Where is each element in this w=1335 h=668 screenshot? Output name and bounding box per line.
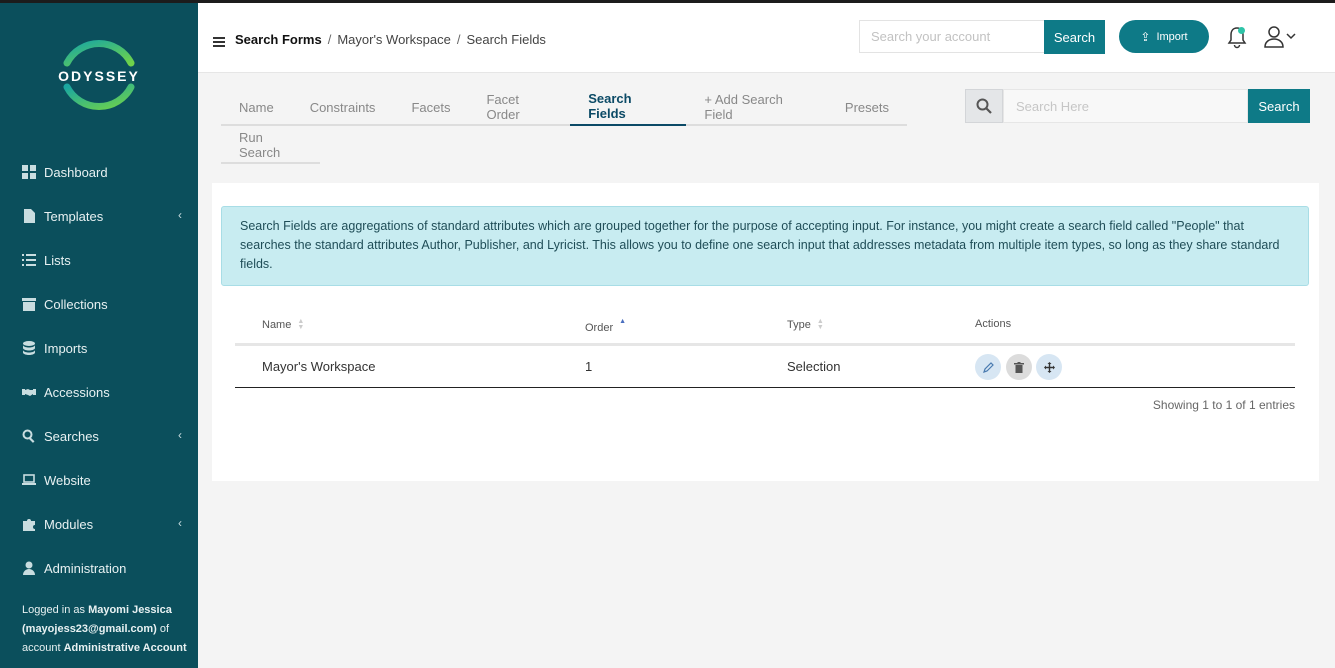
table-row: Mayor's Workspace 1 Selection — [235, 346, 1295, 388]
top-header: Search Forms / Mayor's Workspace / Search Fi… — [198, 3, 1335, 73]
edit-button[interactable] — [975, 354, 1001, 380]
breadcrumb-item[interactable]: Mayor's Workspace — [337, 32, 451, 47]
login-account: Administrative Account — [63, 642, 187, 654]
column-header-order[interactable]: Order ▲ ▼ — [585, 316, 626, 334]
form-tabs: Name Constraints Facets Facet Order Sear… — [221, 88, 907, 126]
login-info: Logged in as Mayomi Jessica (mayojess23@… — [22, 601, 187, 658]
sidebar-item-modules[interactable]: Modules ‹ — [0, 502, 198, 546]
column-header-type[interactable]: Type ▲ ▼ — [787, 318, 824, 331]
sidebar-item-website[interactable]: Website — [0, 458, 198, 502]
database-icon — [22, 341, 36, 355]
sidebar-item-label: Dashboard — [44, 164, 108, 180]
sort-icon: ▲ ▼ — [297, 318, 305, 331]
breadcrumb-separator: / — [456, 32, 461, 47]
column-header-label: Name — [262, 319, 292, 331]
tab-add-search-field[interactable]: + Add Search Field — [686, 88, 827, 126]
tab-search-fields[interactable]: Search Fields — [570, 88, 687, 126]
tab-name[interactable]: Name — [221, 88, 292, 126]
breadcrumb: Search Forms / Mayor's Workspace / Search Fi… — [235, 32, 546, 47]
cell-name: Mayor's Workspace — [262, 359, 376, 374]
chevron-left-icon: ‹ — [178, 428, 182, 442]
laptop-icon — [22, 473, 36, 487]
search-here-button[interactable]: Search — [1248, 89, 1310, 123]
cell-type: Selection — [787, 359, 841, 374]
move-icon — [1043, 361, 1055, 373]
info-alert: Search Fields are aggregations of standa… — [221, 206, 1309, 286]
sidebar-item-administration[interactable]: Administration — [0, 546, 198, 590]
user-icon — [22, 561, 36, 575]
breadcrumb-item-current: Search Fields — [466, 32, 546, 47]
search-icon — [22, 429, 36, 443]
column-header-label: Actions — [975, 318, 1012, 330]
cell-order: 1 — [585, 359, 593, 374]
tab-constraints[interactable]: Constraints — [292, 88, 394, 126]
user-menu-icon[interactable] — [1264, 26, 1298, 48]
login-user: Mayomi Jessica — [88, 604, 172, 616]
handshake-icon — [22, 385, 36, 399]
column-header-name[interactable]: Name ▲ ▼ — [262, 318, 305, 331]
search-fields-table: Name ▲ ▼ Order ▲ ▼ Type ▲ ▼ Actions Mayor's… — [235, 306, 1295, 388]
sidebar-item-label: Website — [44, 472, 91, 488]
dashboard-icon — [22, 165, 36, 179]
table-header: Name ▲ ▼ Order ▲ ▼ Type ▲ ▼ Actions — [235, 306, 1295, 346]
search-here-group: Search — [965, 89, 1310, 123]
tab-presets[interactable]: Presets — [827, 88, 907, 126]
sidebar-item-label: Accessions — [44, 384, 110, 400]
search-icon — [965, 89, 1003, 123]
hamburger-menu-icon[interactable] — [213, 37, 225, 47]
sidebar-nav: Dashboard Templates ‹ Lists Collections … — [0, 150, 198, 590]
sidebar-item-label: Searches — [44, 428, 99, 444]
breadcrumb-separator: / — [327, 32, 332, 47]
login-email: (mayojess23@gmail.com) — [22, 623, 157, 635]
tab-facet-order[interactable]: Facet Order — [468, 88, 570, 126]
column-header-label: Order — [585, 322, 614, 334]
sort-icon: ▲ ▼ — [816, 318, 824, 331]
notification-dot — [1238, 27, 1245, 34]
archive-icon — [22, 297, 36, 311]
list-icon — [22, 253, 36, 267]
import-button[interactable]: ⇪ Import — [1119, 20, 1209, 53]
sidebar-item-label: Templates — [44, 208, 104, 224]
sidebar-item-accessions[interactable]: Accessions — [0, 370, 198, 414]
sidebar-item-collections[interactable]: Collections — [0, 282, 198, 326]
delete-button[interactable] — [1006, 354, 1032, 380]
import-button-label: Import — [1156, 30, 1188, 43]
sort-ascending-icon: ▲ ▼ — [619, 318, 627, 331]
puzzle-icon — [22, 517, 36, 531]
upload-icon: ⇪ — [1140, 29, 1151, 44]
content-card: Search Fields are aggregations of standa… — [212, 183, 1319, 481]
sidebar-item-label: Modules — [44, 516, 94, 532]
sidebar-item-lists[interactable]: Lists — [0, 238, 198, 282]
chevron-left-icon: ‹ — [178, 208, 182, 222]
chevron-left-icon: ‹ — [178, 516, 182, 530]
form-tabs-row2: Run Search — [221, 126, 320, 164]
tab-run-search[interactable]: Run Search — [221, 126, 320, 164]
sidebar-item-searches[interactable]: Searches ‹ — [0, 414, 198, 458]
account-search-button[interactable]: Search — [1044, 20, 1105, 54]
search-here-input[interactable] — [1003, 89, 1248, 123]
sidebar-item-templates[interactable]: Templates ‹ — [0, 194, 198, 238]
odyssey-logo[interactable]: ODYSSEY — [57, 33, 141, 117]
column-header-actions: Actions — [975, 318, 1011, 330]
breadcrumb-item[interactable]: Search Forms — [235, 32, 322, 47]
sidebar-item-label: Lists — [44, 252, 71, 268]
column-header-label: Type — [787, 319, 811, 331]
logo-text: ODYSSEY — [58, 68, 140, 84]
sidebar-item-label: Collections — [44, 296, 108, 312]
move-button[interactable] — [1036, 354, 1062, 380]
sidebar-item-imports[interactable]: Imports — [0, 326, 198, 370]
login-prefix: Logged in as — [22, 604, 89, 616]
table-info: Showing 1 to 1 of 1 entries — [1152, 398, 1295, 412]
sidebar-item-label: Administration — [44, 560, 127, 576]
account-search-input[interactable] — [859, 20, 1045, 53]
edit-icon — [982, 361, 994, 373]
sidebar-item-dashboard[interactable]: Dashboard — [0, 150, 198, 194]
file-icon — [22, 209, 36, 223]
tab-facets[interactable]: Facets — [393, 88, 468, 126]
sidebar: ODYSSEY Dashboard Templates ‹ Lists Coll… — [0, 3, 198, 668]
sidebar-item-label: Imports — [44, 340, 88, 356]
trash-icon — [1014, 361, 1024, 373]
